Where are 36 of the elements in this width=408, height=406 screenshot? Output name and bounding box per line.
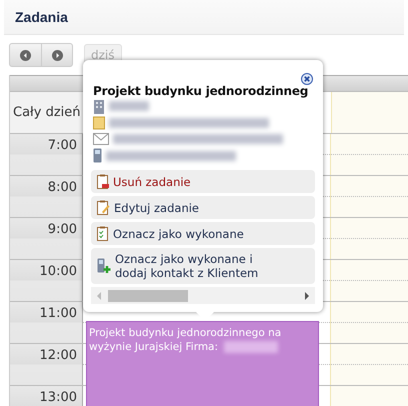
scroll-left-icon[interactable] [97, 292, 102, 300]
calendar-cell[interactable] [331, 344, 408, 385]
hour-label: 8:00 [48, 180, 77, 195]
calendar-cell[interactable] [331, 176, 408, 217]
clipboard-pencil-icon [97, 200, 110, 215]
calendar-cell[interactable] [331, 302, 408, 343]
envelope-icon [93, 133, 109, 146]
action-button[interactable]: Usuń zadanie [91, 170, 315, 193]
clipboard-delete-icon [97, 174, 109, 189]
calendar-cell[interactable] [332, 92, 408, 133]
calendar-cell[interactable] [331, 260, 408, 301]
redacted-text [109, 101, 149, 112]
scroll-right-icon[interactable] [304, 292, 309, 300]
hour-label: 13:00 [40, 390, 77, 405]
phone-add-icon [97, 258, 111, 274]
building-icon [93, 98, 105, 114]
event-title: Projekt budynku jednorodzinnego na wyżynie Jurajskiej Firma: [89, 326, 282, 354]
hour-label: 10:00 [40, 264, 77, 279]
close-icon[interactable] [301, 73, 313, 85]
calendar-cell[interactable] [331, 218, 408, 259]
hour-label: 7:00 [48, 138, 77, 153]
redacted-text [224, 341, 278, 354]
calendar-cell[interactable] [331, 134, 408, 175]
window-title: Zadania [15, 9, 68, 25]
hour-label: 9:00 [48, 222, 77, 237]
horizontal-scrollbar[interactable] [91, 287, 315, 304]
hour-label: 11:00 [40, 306, 77, 321]
popup-title: Projekt budynku jednorodzinneg [93, 84, 310, 98]
checklist-icon [97, 226, 109, 241]
hour-label: 12:00 [40, 348, 77, 363]
all-day-label: Cały dzień [12, 105, 80, 120]
action-button[interactable]: Oznacz jako wykonane i dodaj kontakt z Klientem [91, 248, 315, 284]
mobile-phone-icon [93, 148, 102, 164]
action-button[interactable]: Oznacz jako wykonane [91, 222, 315, 245]
action-button[interactable]: Edytuj zadanie [91, 196, 315, 219]
folder-icon [93, 115, 105, 130]
